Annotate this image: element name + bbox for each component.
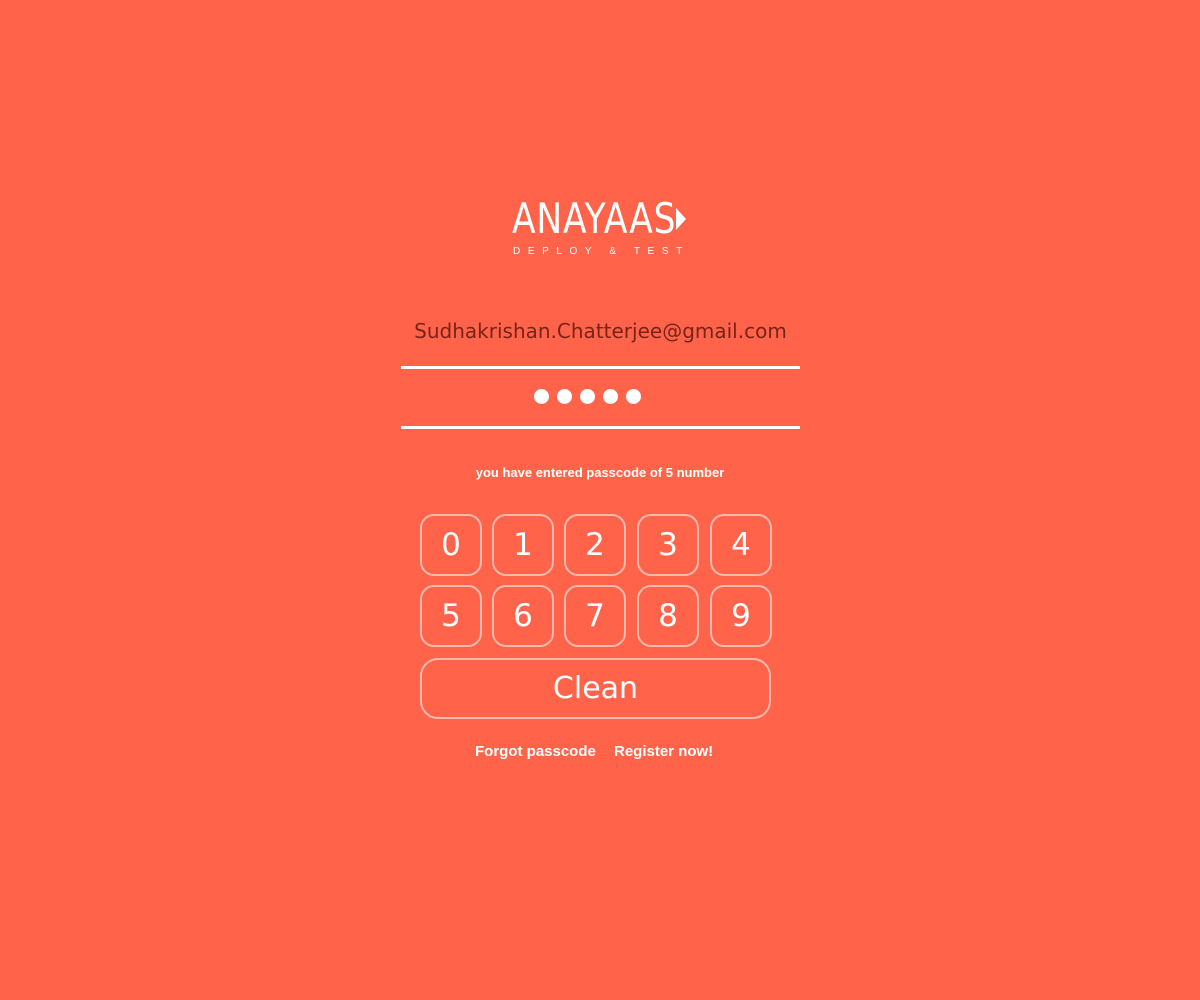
passcode-dots (534, 389, 641, 404)
login-screen: ANAYAAS DEPLOY & TEST Sudhakrishan.Chatt… (0, 0, 1200, 1000)
logo-tagline: DEPLOY & TEST (513, 246, 690, 257)
footer-links: Forgot passcode Register now! (400, 742, 800, 762)
passcode-hint: you have entered passcode of 5 number (475, 465, 725, 480)
key-6[interactable]: 6 (492, 585, 554, 647)
key-7[interactable]: 7 (564, 585, 626, 647)
register-link[interactable]: Register now! (614, 742, 713, 762)
key-4[interactable]: 4 (710, 514, 772, 576)
passcode-dot (557, 389, 572, 404)
passcode-dot (580, 389, 595, 404)
key-3[interactable]: 3 (637, 514, 699, 576)
logo-wordmark: ANAYAAS (512, 194, 677, 243)
key-2[interactable]: 2 (564, 514, 626, 576)
passcode-dot (603, 389, 618, 404)
play-triangle-icon (676, 208, 686, 230)
key-0[interactable]: 0 (420, 514, 482, 576)
forgot-passcode-link[interactable]: Forgot passcode (475, 742, 596, 762)
passcode-dot (626, 389, 641, 404)
key-5[interactable]: 5 (420, 585, 482, 647)
clean-button[interactable]: Clean (420, 658, 771, 719)
key-9[interactable]: 9 (710, 585, 772, 647)
passcode-field[interactable] (401, 372, 800, 429)
key-8[interactable]: 8 (637, 585, 699, 647)
anayaas-logo: ANAYAAS DEPLOY & TEST (512, 196, 688, 262)
key-1[interactable]: 1 (492, 514, 554, 576)
email-field[interactable]: Sudhakrishan.Chatterjee@gmail.com (401, 308, 800, 369)
passcode-dot (534, 389, 549, 404)
